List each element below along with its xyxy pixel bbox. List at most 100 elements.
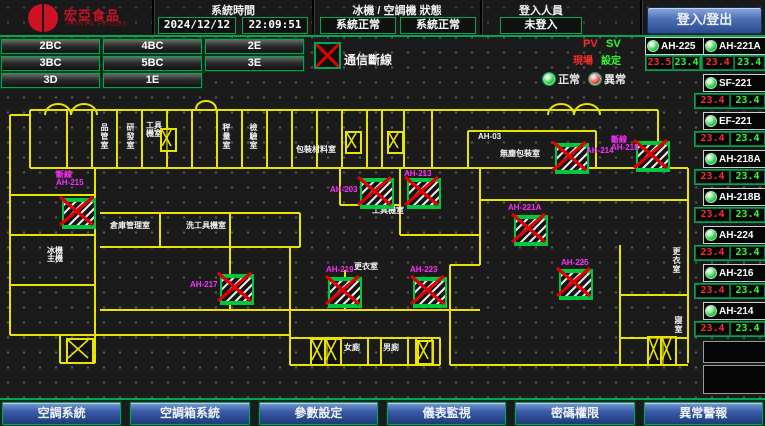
unit-led-icon <box>705 40 717 52</box>
area-button-3e[interactable]: 3E <box>205 56 304 71</box>
unit-box-sf-221[interactable]: SF-221 <box>703 74 765 92</box>
sv-cn-label: 設定 <box>601 52 621 67</box>
room-label: 更衣室 <box>354 263 378 271</box>
comm-loss-label: 通信斷線 <box>344 51 392 68</box>
room-label: 倉庫管理室 <box>110 222 150 230</box>
stairwell-x-icon <box>345 131 362 154</box>
area-button-3bc[interactable]: 3BC <box>1 56 100 71</box>
map-ahu-unit-offline-icon[interactable] <box>62 198 96 229</box>
map-unit-label: AH-225 <box>561 259 589 267</box>
map-ahu-unit-offline-icon[interactable] <box>636 141 670 172</box>
pv-value: 23.5 <box>646 56 673 70</box>
footer-button[interactable]: 儀表監視 <box>387 402 506 425</box>
map-ahu-unit-offline-icon[interactable] <box>328 277 362 308</box>
comm-loss-x-icon <box>314 42 341 69</box>
room-label: 冰機 主機 <box>47 247 63 263</box>
unit-box-ef-221[interactable]: EF-221 <box>703 112 765 130</box>
room-label: 男廁 <box>383 344 399 352</box>
room-label: 秤量室 <box>222 123 230 150</box>
room-label: AH-03 <box>478 133 501 141</box>
unit-name: AH-221A <box>719 41 761 52</box>
legend-abnormal: 異常 <box>589 71 626 87</box>
room-label: 檢驗室 <box>249 123 257 150</box>
abnormal-label: 異常 <box>604 71 626 87</box>
unit-box-ah-221a[interactable]: AH-221A <box>703 37 765 55</box>
login-user-value: 未登入 <box>500 17 582 34</box>
system-time-value: 22:09:51 <box>242 17 308 34</box>
unit-values: 23.523.4 <box>645 55 701 71</box>
pv-value: 23.4 <box>702 56 734 70</box>
system-date-value: 2024/12/12 <box>158 17 236 34</box>
stairwell-x-icon <box>160 128 177 152</box>
room-label: 女廁 <box>344 344 360 352</box>
map-unit-label: AH-221A <box>508 204 541 212</box>
unit-led-icon <box>705 305 717 317</box>
sv-value: 23.4 <box>734 56 765 70</box>
hmi-screen: 宏亞食品 HUNYA FOODS 系統時間 2024/12/12 22:09:5… <box>0 0 765 426</box>
footer-button[interactable]: 密碼權限 <box>515 402 634 425</box>
sv-value: 23.4 <box>673 56 700 70</box>
area-button-2e[interactable]: 2E <box>205 39 304 54</box>
header-bar: 宏亞食品 HUNYA FOODS 系統時間 2024/12/12 22:09:5… <box>0 0 765 37</box>
unit-values: 23.423.4 <box>701 55 765 71</box>
hunya-logo-icon <box>28 4 58 33</box>
unit-box-ah-214[interactable]: AH-214 <box>703 302 765 320</box>
map-unit-label: AH-203 <box>330 186 358 194</box>
map-ahu-unit-offline-icon[interactable] <box>220 274 254 305</box>
ahu-status-value: 系統正常 <box>400 17 476 34</box>
stairwell-x-icon <box>324 338 342 366</box>
floor-area-buttons: 2BC4BC2E3BC5BC3E3D1E <box>1 38 307 89</box>
footer-nav: 空調系統空調箱系統參數設定儀表監視密碼權限異常警報 <box>0 398 765 426</box>
pv-label: PV <box>583 38 598 50</box>
unit-name: AH-218A <box>719 154 761 165</box>
unit-name: AH-216 <box>719 268 753 279</box>
map-unit-label: AH-223 <box>410 266 438 274</box>
stairwell-x-icon <box>66 338 94 364</box>
footer-button[interactable]: 參數設定 <box>259 402 378 425</box>
stairwell-x-icon <box>387 131 404 154</box>
pv-cn-label: 現場 <box>573 52 593 67</box>
legend-normal: 正常 <box>543 71 580 87</box>
area-button-4bc[interactable]: 4BC <box>103 39 202 54</box>
unit-name: SF-221 <box>719 78 752 89</box>
area-button-row: 2BC4BC2E <box>1 38 307 55</box>
unit-led-icon <box>705 191 717 203</box>
normal-label: 正常 <box>558 71 580 87</box>
room-label: 寢室 <box>674 316 682 334</box>
unit-name: AH-224 <box>719 230 753 241</box>
unit-led-icon <box>705 77 717 89</box>
login-logout-button[interactable]: 登入/登出 <box>647 7 762 34</box>
map-ahu-unit-offline-icon[interactable] <box>407 178 441 209</box>
unit-box-ah-218b[interactable]: AH-218B <box>703 188 765 206</box>
normal-led-icon <box>543 73 555 85</box>
footer-button[interactable]: 異常警報 <box>644 402 763 425</box>
area-button-1e[interactable]: 1E <box>103 73 202 88</box>
map-ahu-unit-offline-icon[interactable] <box>360 178 394 209</box>
login-user-title: 登入人員 <box>486 2 596 18</box>
sv-label: SV <box>606 38 621 50</box>
unit-box-ah-224[interactable]: AH-224 <box>703 226 765 244</box>
map-ahu-unit-offline-icon[interactable] <box>559 269 593 300</box>
floor-plan-map: 品管室研發室工具 機室秤量室檢驗室包裝材料室AH-03無塵包裝室倉庫管理室洗工具… <box>0 95 765 398</box>
footer-button[interactable]: 空調系統 <box>2 402 121 425</box>
unit-led-icon <box>705 115 717 127</box>
room-label: 品管室 <box>100 123 108 150</box>
area-button-2bc[interactable]: 2BC <box>1 39 100 54</box>
stairwell-x-icon <box>660 336 677 366</box>
unit-name: AH-225 <box>661 41 695 52</box>
area-button-row: 3BC5BC3E <box>1 55 307 72</box>
footer-button[interactable]: 空調箱系統 <box>130 402 249 425</box>
area-button-5bc[interactable]: 5BC <box>103 56 202 71</box>
unit-box-ah-216[interactable]: AH-216 <box>703 264 765 282</box>
room-label: 研發室 <box>126 123 134 150</box>
unit-name: EF-221 <box>719 116 752 127</box>
unit-box-ah-225[interactable]: AH-225 <box>645 37 705 55</box>
map-ahu-unit-offline-icon[interactable] <box>514 215 548 246</box>
map-unit-label: 斷線 AH-218 <box>611 136 639 152</box>
area-button-3d[interactable]: 3D <box>1 73 100 88</box>
unit-box-ah-218a[interactable]: AH-218A <box>703 150 765 168</box>
map-ahu-unit-offline-icon[interactable] <box>413 277 447 308</box>
logo-subtext: HUNYA FOODS <box>66 21 128 28</box>
map-ahu-unit-offline-icon[interactable] <box>555 143 589 174</box>
chiller-ahu-status-title: 冰機 / 空調機 狀態 <box>318 2 476 18</box>
